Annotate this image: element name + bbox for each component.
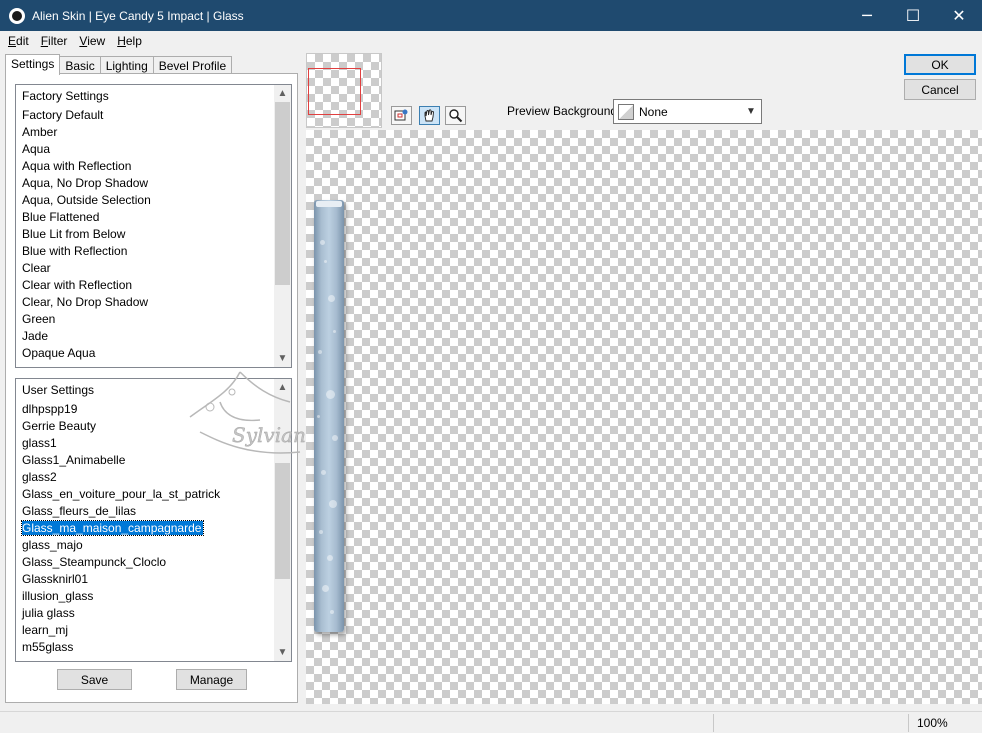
list-item[interactable]: learn_mj <box>16 622 274 639</box>
chevron-down-icon: ▼ <box>746 106 756 117</box>
glass-bubble <box>328 295 335 302</box>
navigator-view-rect[interactable] <box>308 68 361 115</box>
scroll-down-icon[interactable]: ▼ <box>274 350 291 367</box>
list-item[interactable]: Glass1_Animabelle <box>16 452 274 469</box>
preview-background-value: None <box>639 104 668 119</box>
scroll-thumb[interactable] <box>275 463 290 579</box>
status-bar: 100% <box>0 711 982 733</box>
menu-view[interactable]: View <box>73 34 111 48</box>
save-button[interactable]: Save <box>57 669 132 690</box>
glass-bubble <box>322 585 329 592</box>
scroll-down-icon[interactable]: ▼ <box>274 644 291 661</box>
list-item[interactable]: Aqua <box>16 141 274 158</box>
glass-bubble <box>317 415 320 418</box>
cancel-button[interactable]: Cancel <box>904 79 976 100</box>
list-item[interactable]: dlhpspp19 <box>16 401 274 418</box>
factory-scrollbar[interactable]: ▲ ▼ <box>274 85 291 367</box>
glass-bubble <box>329 500 337 508</box>
user-settings-header: User Settings <box>22 383 95 397</box>
user-scrollbar[interactable]: ▲ ▼ <box>274 379 291 661</box>
zoom-icon <box>449 109 463 123</box>
status-divider <box>713 714 714 732</box>
glass-bubble <box>321 470 326 475</box>
glass-bubble <box>333 330 336 333</box>
list-item[interactable]: Factory Default <box>16 107 274 124</box>
user-settings-list[interactable]: User Settings dlhpspp19 Gerrie Beauty glas… <box>15 378 292 662</box>
alien-skin-app-icon <box>9 7 25 24</box>
title-bar: Alien Skin | Eye Candy 5 Impact | Glass … <box>0 0 982 31</box>
navigator-icon <box>394 109 408 121</box>
list-item[interactable]: Amber <box>16 124 274 141</box>
list-item[interactable]: Aqua, No Drop Shadow <box>16 175 274 192</box>
list-item[interactable]: Green <box>16 311 274 328</box>
settings-panel: Factory Settings Factory Default Amber Aqu… <box>5 73 298 703</box>
ok-button[interactable]: OK <box>904 54 976 75</box>
glass-effect-preview <box>314 200 344 632</box>
preview-background-label: Preview Background: <box>507 104 621 118</box>
zoom-tool-button[interactable] <box>445 106 466 125</box>
list-item[interactable]: Aqua with Reflection <box>16 158 274 175</box>
list-item[interactable]: Clear with Reflection <box>16 277 274 294</box>
window-title: Alien Skin | Eye Candy 5 Impact | Glass <box>32 8 244 23</box>
glass-bubble <box>320 240 325 245</box>
list-item[interactable]: Clear, No Drop Shadow <box>16 294 274 311</box>
list-item[interactable]: Glass_Steampunck_Cloclo <box>16 554 274 571</box>
maximize-button[interactable]: ☐ <box>890 0 936 31</box>
glass-bubble <box>318 350 322 354</box>
navigator-button[interactable] <box>391 106 412 125</box>
glass-bubble <box>324 260 327 263</box>
scroll-up-icon[interactable]: ▲ <box>274 85 291 102</box>
list-item[interactable]: Glass_ma_maison_campagnarde <box>16 520 274 537</box>
glass-bubble <box>326 390 335 399</box>
minimize-icon: ─ <box>862 6 872 25</box>
maximize-icon: ☐ <box>905 6 921 25</box>
list-item[interactable]: Aqua, Outside Selection <box>16 192 274 209</box>
factory-settings-header: Factory Settings <box>22 89 109 103</box>
tab-settings[interactable]: Settings <box>5 54 61 75</box>
preview-background-select[interactable]: None ▼ <box>613 99 762 124</box>
manage-button[interactable]: Manage <box>176 669 247 690</box>
list-item[interactable]: julia glass <box>16 605 274 622</box>
list-item[interactable]: Blue Lit from Below <box>16 226 274 243</box>
close-icon: ✕ <box>952 6 966 25</box>
list-item[interactable]: Gerrie Beauty <box>16 418 274 435</box>
menu-filter[interactable]: Filter <box>35 34 74 48</box>
list-item[interactable]: Clear <box>16 260 274 277</box>
scroll-thumb[interactable] <box>275 102 290 285</box>
list-item[interactable]: Glass_en_voiture_pour_la_st_patrick <box>16 486 274 503</box>
settings-tabs: Settings Basic Lighting Bevel Profile <box>5 54 233 75</box>
navigator-preview[interactable] <box>306 53 382 128</box>
list-item[interactable]: m55glass <box>16 639 274 656</box>
list-item[interactable]: glass_majo <box>16 537 274 554</box>
minimize-button[interactable]: ─ <box>844 0 890 31</box>
menu-help[interactable]: Help <box>111 34 148 48</box>
hand-icon <box>424 109 434 122</box>
glass-bubble <box>319 530 323 534</box>
hand-tool-button[interactable] <box>419 106 440 125</box>
list-item[interactable]: Blue Flattened <box>16 209 274 226</box>
factory-settings-list[interactable]: Factory Settings Factory Default Amber Aqu… <box>15 84 292 368</box>
list-item[interactable]: glass1 <box>16 435 274 452</box>
menu-bar: Edit Filter View Help <box>0 31 982 51</box>
list-item[interactable]: glass2 <box>16 469 274 486</box>
main-preview-canvas[interactable] <box>306 130 982 704</box>
glass-bubble <box>332 435 338 441</box>
menu-edit[interactable]: Edit <box>2 34 35 48</box>
zoom-level: 100% <box>917 716 948 730</box>
glass-bubble <box>327 555 333 561</box>
list-item[interactable]: Glassknirl01 <box>16 571 274 588</box>
background-swatch-icon <box>618 103 634 120</box>
close-button[interactable]: ✕ <box>936 0 982 31</box>
list-item[interactable]: illusion_glass <box>16 588 274 605</box>
list-item[interactable]: Opaque Aqua <box>16 345 274 362</box>
list-item[interactable]: Jade <box>16 328 274 345</box>
status-divider <box>908 714 909 732</box>
list-item[interactable]: Blue with Reflection <box>16 243 274 260</box>
scroll-up-icon[interactable]: ▲ <box>274 379 291 396</box>
list-item[interactable]: Glass_fleurs_de_lilas <box>16 503 274 520</box>
glass-bubble <box>330 610 334 614</box>
